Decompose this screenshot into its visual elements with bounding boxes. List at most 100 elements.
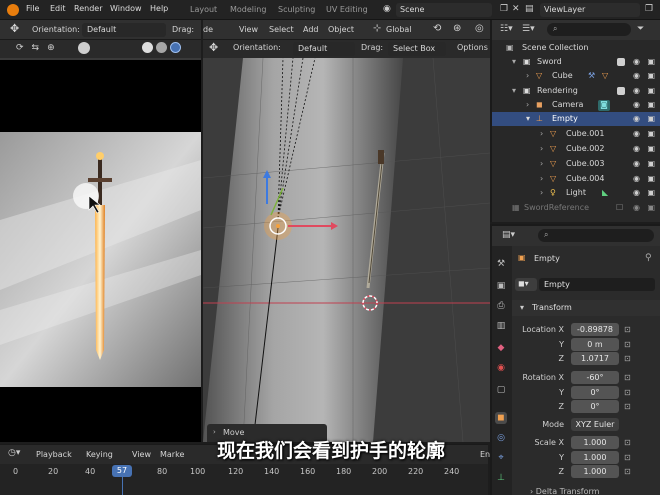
outliner-search-input[interactable]: ⌕ — [547, 23, 631, 36]
scene-icon[interactable]: ◉ — [383, 4, 391, 14]
expand-chevron-icon[interactable]: › — [526, 100, 529, 109]
location-x-field[interactable]: -0.89878 — [571, 323, 619, 336]
visibility-eye-icon[interactable]: ◉ — [633, 144, 640, 153]
render-camera-icon[interactable]: ▣ — [647, 114, 655, 123]
render-camera-icon[interactable]: ▣ — [647, 129, 655, 138]
expand-chevron-icon[interactable]: › — [540, 159, 543, 168]
properties-search-input[interactable]: ⌕ — [538, 229, 654, 242]
tool-tab-icon[interactable]: ⚒ — [495, 258, 507, 270]
tab-sculpting[interactable]: Sculpting — [278, 5, 315, 14]
object-name-field[interactable]: Empty — [539, 278, 655, 291]
lock-icon[interactable]: ⊡ — [624, 354, 631, 363]
outliner-row-cube-004[interactable]: › ▽ Cube.004 ◉ ▣ — [492, 172, 660, 186]
pivot-icon[interactable]: ⟲ — [433, 23, 441, 34]
rotation-x-field[interactable]: -60° — [571, 371, 619, 384]
delta-transform-panel[interactable]: › Delta Transform — [530, 487, 599, 495]
collapse-chevron-icon[interactable]: ▾ — [520, 303, 524, 312]
snap-icon[interactable]: ⊛ — [453, 23, 461, 34]
data-tab-icon[interactable]: ⊥ — [495, 472, 507, 484]
visibility-eye-icon[interactable]: ◉ — [633, 71, 640, 80]
view-layer-tab-icon[interactable]: ▥ — [495, 320, 507, 332]
location-y-field[interactable]: 0 m — [571, 338, 619, 351]
shading-material-icon[interactable] — [156, 42, 167, 53]
outliner-row-cube-001[interactable]: › ▽ Cube.001 ◉ ▣ — [492, 127, 660, 141]
physics-tab-icon[interactable]: ◎ — [495, 432, 507, 444]
render-camera-icon[interactable]: ▣ — [647, 203, 655, 212]
shading-solid-icon[interactable] — [142, 42, 153, 53]
lock-icon[interactable]: ⊡ — [624, 373, 631, 382]
visibility-eye-icon[interactable]: ◉ — [633, 188, 640, 197]
pin-icon[interactable]: ⚲ — [645, 253, 652, 263]
proportional-edit-icon[interactable]: ◎ — [475, 23, 484, 34]
shading-rendered-icon[interactable] — [170, 42, 181, 53]
constraints-tab-icon[interactable]: ⌖ — [495, 452, 507, 464]
view-layer-copy-icon[interactable]: ❐ — [645, 4, 653, 14]
lock-icon[interactable]: ⊡ — [624, 438, 631, 447]
playback-menu[interactable]: Playback — [36, 450, 72, 459]
transform-panel-header[interactable]: ▾ Transform — [512, 300, 660, 316]
scale-x-field[interactable]: 1.000 — [571, 436, 619, 449]
transform-orientation-icon[interactable]: ⊹ — [373, 23, 381, 34]
world-tab-icon[interactable]: ◉ — [495, 362, 507, 374]
lock-icon[interactable]: ⊡ — [624, 453, 631, 462]
menu-object[interactable]: Object — [328, 25, 354, 34]
menu-edit[interactable]: Edit — [50, 4, 66, 13]
display-mode-icon[interactable]: ☰▾ — [522, 24, 535, 34]
expand-chevron-icon[interactable]: › — [540, 144, 543, 153]
current-frame-indicator[interactable]: 57 — [112, 465, 132, 477]
outliner-row-rendering[interactable]: ▾ ▣ Rendering ◉ ▣ — [492, 84, 660, 98]
scene-field[interactable]: Scene — [396, 3, 492, 17]
render-camera-icon[interactable]: ▣ — [647, 71, 655, 80]
tab-modeling[interactable]: Modeling — [230, 5, 266, 14]
render-camera-icon[interactable]: ▣ — [647, 57, 655, 66]
overlay-toggle-icon[interactable] — [78, 42, 90, 54]
options-button[interactable]: Options — [457, 43, 488, 52]
menu-select[interactable]: Select — [269, 25, 294, 34]
visibility-eye-icon[interactable]: ◉ — [633, 86, 640, 95]
scene-close-icon[interactable]: ✕ — [512, 4, 520, 14]
outliner-row-cube[interactable]: › ▽ Cube ⚒ ▽ ◉ ▣ — [492, 69, 660, 83]
scale-y-field[interactable]: 1.000 — [571, 451, 619, 464]
expand-chevron-icon[interactable]: › — [540, 129, 543, 138]
outliner-row-camera[interactable]: › ◼ Camera ◙ ◉ ▣ — [492, 98, 660, 112]
orientation-dropdown-main[interactable]: Default — [293, 42, 355, 56]
toolbar-tool-icons[interactable]: ⟳⇆⊕ — [16, 43, 63, 53]
expand-chevron-icon[interactable]: › — [540, 188, 543, 197]
scale-z-field[interactable]: 1.000 — [571, 465, 619, 478]
lock-icon[interactable]: ⊡ — [624, 340, 631, 349]
menu-window[interactable]: Window — [110, 4, 142, 13]
outliner-row-cube-003[interactable]: › ▽ Cube.003 ◉ ▣ — [492, 157, 660, 171]
menu-render[interactable]: Render — [74, 4, 102, 13]
outliner-row-sword-reference[interactable]: ▦ SwordReference ☐ ◉ ▣ — [492, 201, 660, 215]
view-layer-icon[interactable]: ▤ — [525, 4, 534, 14]
transform-orientation-dropdown[interactable]: Global — [386, 25, 412, 34]
filter-icon[interactable]: ⏷ — [637, 24, 644, 34]
expand-chevron-icon[interactable]: › — [526, 71, 529, 80]
object-type-dropdown[interactable]: ◼▾ — [515, 278, 537, 291]
lock-icon[interactable]: ⊡ — [624, 467, 631, 476]
tab-layout[interactable]: Layout — [190, 5, 217, 14]
visibility-eye-icon[interactable]: ◉ — [633, 159, 640, 168]
timeline-view-menu[interactable]: View — [132, 450, 151, 459]
lock-icon[interactable]: ⊡ — [624, 388, 631, 397]
outliner-row-light[interactable]: › ♀ Light ◣ ◉ ▣ — [492, 186, 660, 200]
tab-uv-editing[interactable]: UV Editing — [326, 5, 368, 14]
visibility-eye-icon[interactable]: ◉ — [633, 203, 640, 212]
exclude-checkbox-icon[interactable]: ☐ — [616, 203, 623, 212]
rotation-y-field[interactable]: 0° — [571, 386, 619, 399]
transform-gizmo-icon[interactable]: ✥ — [209, 41, 218, 54]
exclude-checkbox[interactable] — [617, 58, 625, 66]
orientation-dropdown[interactable]: Default — [82, 23, 166, 37]
view-layer-field[interactable]: ViewLayer — [540, 3, 640, 17]
timeline-editor-type-icon[interactable]: ◷▾ — [8, 448, 20, 458]
drag-select-box-dropdown[interactable]: Select Box — [388, 42, 446, 56]
render-camera-icon[interactable]: ▣ — [647, 86, 655, 95]
collection-tab-icon[interactable]: ▢ — [495, 384, 507, 396]
menu-view[interactable]: View — [239, 25, 258, 34]
main-viewport[interactable]: de View Select Add Object ⊹ Global ⟲ ⊛ ◎… — [203, 20, 490, 442]
outliner-row-sword[interactable]: ▾ ▣ Sword ◉ ▣ — [492, 55, 660, 69]
outliner-editor-type-icon[interactable]: ☷▾ — [500, 24, 513, 34]
expand-chevron-icon[interactable]: › — [213, 428, 216, 436]
mode-dropdown[interactable]: de — [203, 25, 213, 34]
expand-chevron-icon[interactable]: ▾ — [512, 57, 516, 66]
